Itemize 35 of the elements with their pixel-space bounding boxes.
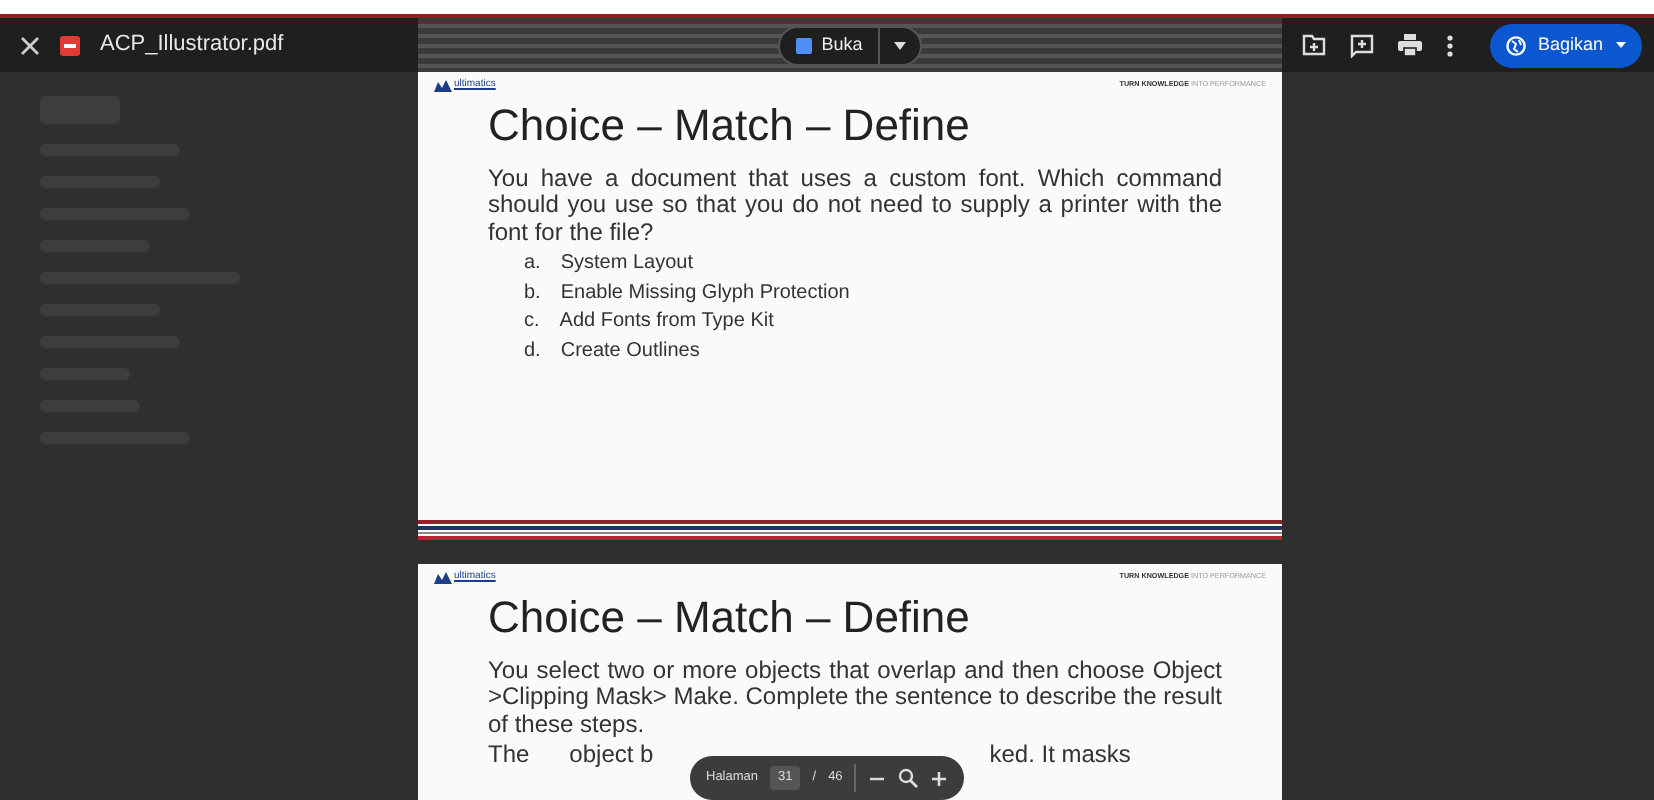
- answer-sentence-end: ked. It masks: [989, 742, 1131, 769]
- option-text: System Layout: [560, 250, 693, 278]
- option-text: Add Fonts from Type Kit: [559, 308, 774, 336]
- share-button[interactable]: Bagikan: [1490, 23, 1642, 67]
- folder-plus-icon: [1302, 34, 1326, 56]
- zoom-icon: [898, 768, 919, 788]
- slide-title: Choice – Match – Define: [488, 593, 972, 642]
- caret-icon: [894, 41, 907, 49]
- option-text: Enable Missing Glyph Protection: [560, 279, 850, 307]
- plus-icon: [930, 769, 949, 787]
- option-letter: b.: [524, 279, 541, 307]
- caret-icon: [1615, 42, 1626, 48]
- globe-icon: [1506, 35, 1526, 55]
- option-letter: a.: [524, 250, 541, 278]
- print-button[interactable]: [1398, 34, 1422, 56]
- print-icon: [1398, 34, 1422, 56]
- slide-title: Choice – Match – Define: [488, 101, 972, 150]
- file-name: ACP_Illustrator.pdf: [100, 30, 284, 61]
- answer-sentence-start: The object b: [488, 742, 654, 769]
- add-comment-button[interactable]: [1350, 33, 1374, 57]
- option-text: Create Outlines: [560, 337, 700, 365]
- question-text: You have a document that uses a custom font. Which command should you use so that you do not need to supply a printer with the font for the file?: [488, 165, 1222, 246]
- option-letter: d.: [524, 337, 541, 365]
- option-letter: c.: [524, 308, 540, 336]
- open-button[interactable]: Buka: [779, 27, 879, 63]
- add-to-folder-button[interactable]: [1302, 34, 1326, 56]
- question-text: You select two or more objects that overlap and then choose Object >Clipping Mask> Make. Complete the sentence to describe the result of these steps.: [488, 657, 1222, 738]
- close-button[interactable]: [20, 35, 40, 55]
- document-icon: [795, 37, 812, 53]
- close-icon: [20, 35, 40, 55]
- more-vert-icon: [1446, 33, 1454, 57]
- zoom-in-button[interactable]: [930, 769, 949, 787]
- pdf-file-icon: [60, 35, 80, 55]
- more-options-button[interactable]: [1446, 33, 1454, 57]
- comment-plus-icon: [1350, 33, 1374, 57]
